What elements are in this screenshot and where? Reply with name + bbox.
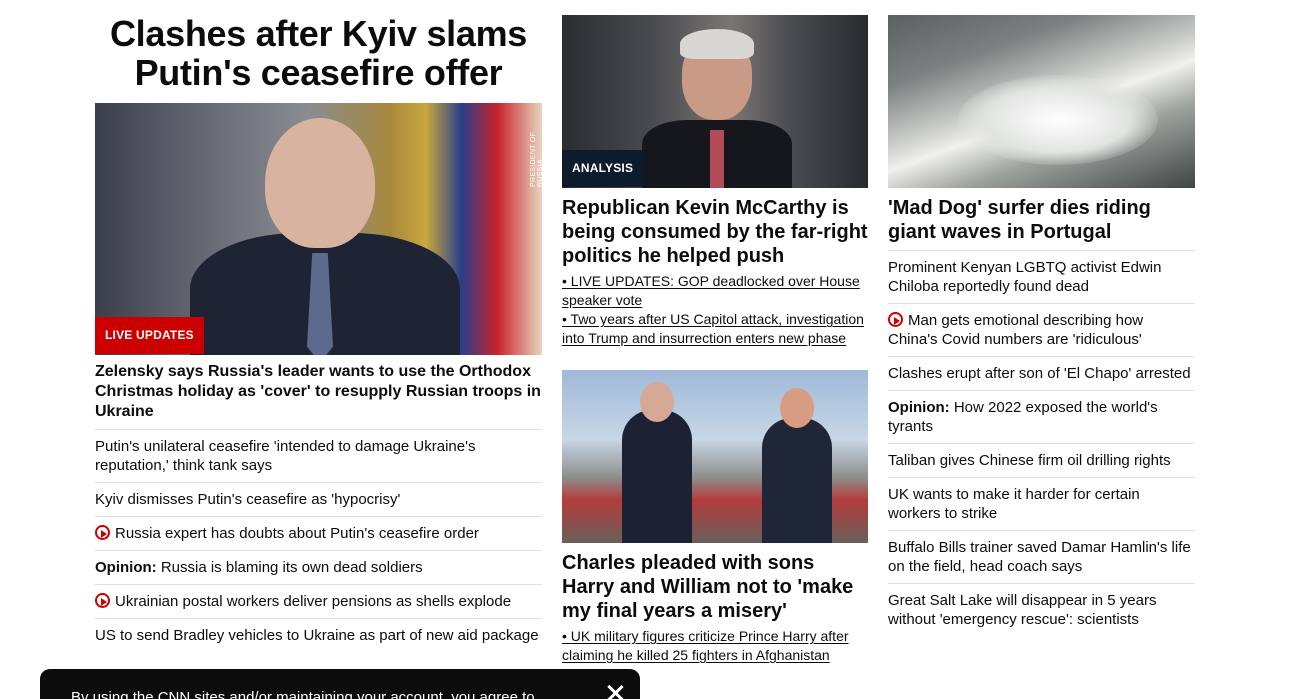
list-item[interactable]: Opinion: Russia is blaming its own dead … xyxy=(95,550,542,584)
mccarthy-headline[interactable]: Republican Kevin McCarthy is being consu… xyxy=(562,196,868,268)
royals-related-links: • UK military figures criticize Prince H… xyxy=(562,627,868,665)
video-play-icon xyxy=(888,312,903,327)
list-item[interactable]: US to send Bradley vehicles to Ukraine a… xyxy=(95,618,542,652)
video-play-icon xyxy=(95,525,110,540)
list-item-text: Prominent Kenyan LGBTQ activist Edwin Ch… xyxy=(888,259,1162,295)
surfer-headline[interactable]: 'Mad Dog' surfer dies riding giant waves… xyxy=(888,196,1195,244)
image-figure-tie xyxy=(710,130,724,188)
lead-headline[interactable]: Clashes after Kyiv slams Putin's ceasefi… xyxy=(95,14,542,92)
royals-image[interactable] xyxy=(562,370,868,543)
image-credit: PRESIDENT OF RUSSIA xyxy=(530,131,542,187)
opinion-label: Opinion: xyxy=(888,399,950,416)
list-item[interactable]: Clashes erupt after son of 'El Chapo' ar… xyxy=(888,356,1195,390)
list-item-text: Kyiv dismisses Putin's ceasefire as 'hyp… xyxy=(95,491,401,508)
image-figure-hair xyxy=(680,29,754,59)
list-item-text: Clashes erupt after son of 'El Chapo' ar… xyxy=(888,365,1191,382)
related-link-prince-harry[interactable]: • UK military figures criticize Prince H… xyxy=(562,627,868,665)
related-link-live-updates[interactable]: • LIVE UPDATES: GOP deadlocked over Hous… xyxy=(562,272,868,310)
list-item[interactable]: Kyiv dismisses Putin's ceasefire as 'hyp… xyxy=(95,482,542,516)
list-item-text: Taliban gives Chinese firm oil drilling … xyxy=(888,452,1171,469)
list-item[interactable]: Prominent Kenyan LGBTQ activist Edwin Ch… xyxy=(888,250,1195,303)
list-item[interactable]: Taliban gives Chinese firm oil drilling … xyxy=(888,443,1195,477)
list-item[interactable]: Buffalo Bills trainer saved Damar Hamlin… xyxy=(888,530,1195,583)
image-figure-body xyxy=(622,410,692,543)
list-item[interactable]: Putin's unilateral ceasefire 'intended t… xyxy=(95,429,542,482)
opinion-label: Opinion: xyxy=(95,559,157,576)
image-figure-face xyxy=(780,388,814,428)
list-item-text: Ukrainian postal workers deliver pension… xyxy=(115,593,512,610)
image-wave-foam xyxy=(958,75,1158,165)
right-headline-list: Prominent Kenyan LGBTQ activist Edwin Ch… xyxy=(888,250,1195,636)
list-item[interactable]: Man gets emotional describing how China'… xyxy=(888,303,1195,356)
cookie-consent-banner: By using the CNN sites and/or maintainin… xyxy=(40,669,640,699)
list-item-text: Great Salt Lake will disappear in 5 year… xyxy=(888,592,1157,628)
royals-headline[interactable]: Charles pleaded with sons Harry and Will… xyxy=(562,551,868,623)
related-link-capitol-attack[interactable]: • Two years after US Capitol attack, inv… xyxy=(562,310,868,348)
list-item-text: UK wants to make it harder for certain w… xyxy=(888,486,1140,522)
list-item[interactable]: Great Salt Lake will disappear in 5 year… xyxy=(888,583,1195,636)
list-item[interactable]: UK wants to make it harder for certain w… xyxy=(888,477,1195,530)
image-figure-body xyxy=(762,418,832,543)
list-item-text: Man gets emotional describing how China'… xyxy=(888,312,1144,348)
video-play-icon xyxy=(95,593,110,608)
cookie-consent-text: By using the CNN sites and/or maintainin… xyxy=(71,689,535,699)
analysis-badge: ANALYSIS xyxy=(562,150,644,187)
list-item-text: Russia expert has doubts about Putin's c… xyxy=(115,525,479,542)
mccarthy-related-links: • LIVE UPDATES: GOP deadlocked over Hous… xyxy=(562,272,868,348)
surfer-waves-image[interactable] xyxy=(888,15,1195,188)
list-item-text: Russia is blaming its own dead soldiers xyxy=(160,559,423,576)
live-updates-badge: LIVE UPDATES xyxy=(95,317,204,354)
list-item-text: Putin's unilateral ceasefire 'intended t… xyxy=(95,438,476,474)
list-item-text: US to send Bradley vehicles to Ukraine a… xyxy=(95,627,539,644)
lead-related-list: Putin's unilateral ceasefire 'intended t… xyxy=(95,429,542,652)
image-figure-face xyxy=(265,118,375,248)
lead-story-headline[interactable]: Zelensky says Russia's leader wants to u… xyxy=(95,362,542,422)
image-figure-face xyxy=(640,382,674,422)
list-item[interactable]: Opinion: How 2022 exposed the world's ty… xyxy=(888,390,1195,443)
list-item-text: Buffalo Bills trainer saved Damar Hamlin… xyxy=(888,539,1191,575)
list-item[interactable]: Russia expert has doubts about Putin's c… xyxy=(95,516,542,550)
list-item[interactable]: Ukrainian postal workers deliver pension… xyxy=(95,584,542,618)
close-icon[interactable] xyxy=(606,683,624,699)
